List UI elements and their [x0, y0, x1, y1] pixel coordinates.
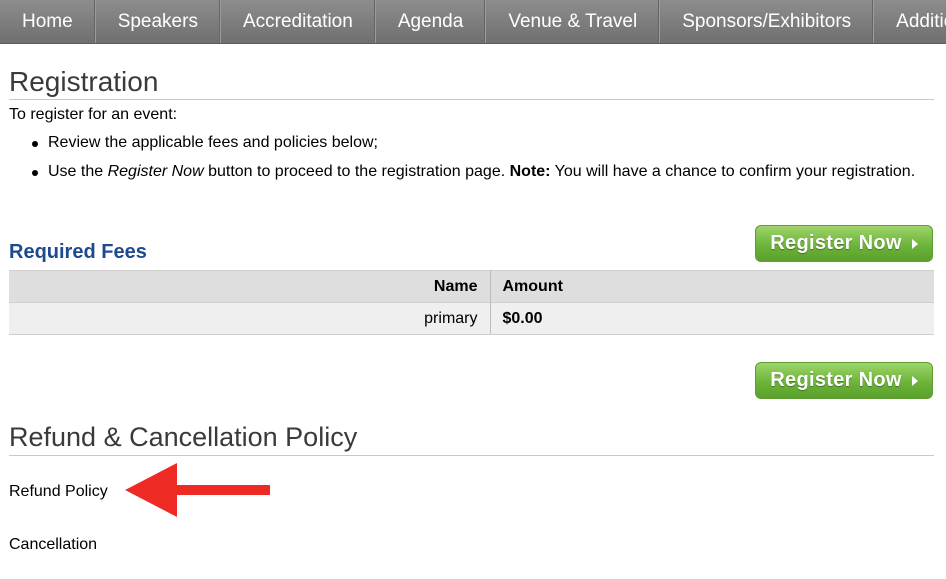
instructions-list: Review the applicable fees and policies …	[31, 134, 916, 192]
column-header-amount: Amount	[490, 270, 934, 303]
column-header-name: Name	[9, 270, 491, 303]
register-now-mention: Register Now	[107, 163, 204, 180]
nav-item-agenda[interactable]: Agenda	[376, 0, 487, 43]
play-arrow-icon	[911, 238, 918, 249]
register-now-label: Register Now	[770, 232, 902, 254]
nav-item-sponsors-exhibitors[interactable]: Sponsors/Exhibitors	[660, 0, 875, 43]
refund-policy-label: Refund Policy	[9, 483, 108, 500]
instruction-text-start: Use the	[48, 163, 108, 180]
nav-item-additional[interactable]: Additio	[874, 0, 946, 43]
top-navigation: Home Speakers Accreditation Agenda Venue…	[0, 0, 946, 44]
fee-amount-cell: $0.00	[490, 302, 934, 335]
fees-table: Name Amount primary $0.00	[9, 270, 934, 335]
register-now-label: Register Now	[770, 369, 902, 391]
intro-text: To register for an event:	[9, 106, 178, 123]
table-row: primary $0.00	[9, 302, 934, 335]
instruction-text-end: You will have a chance to confirm your r…	[550, 163, 916, 180]
play-arrow-icon	[911, 375, 918, 386]
title-divider	[9, 99, 934, 100]
instruction-text: Review the applicable fees and policies …	[48, 134, 378, 151]
instruction-item: Review the applicable fees and policies …	[31, 134, 915, 152]
register-now-button-top[interactable]: Register Now	[755, 225, 933, 262]
page-title: Registration	[9, 66, 159, 97]
nav-item-speakers[interactable]: Speakers	[96, 0, 221, 43]
nav-item-accreditation[interactable]: Accreditation	[221, 0, 376, 43]
fee-name-cell: primary	[9, 302, 491, 335]
refund-cancellation-heading: Refund & Cancellation Policy	[9, 422, 358, 452]
required-fees-heading: Required Fees	[9, 241, 147, 263]
red-arrow-left-icon	[125, 463, 270, 517]
nav-item-venue-travel[interactable]: Venue & Travel	[486, 0, 661, 43]
instruction-text-middle: button to proceed to the registration pa…	[203, 163, 510, 180]
cancellation-label: Cancellation	[9, 536, 98, 553]
note-label: Note:	[509, 163, 551, 180]
nav-item-home[interactable]: Home	[0, 0, 96, 43]
policy-divider	[9, 455, 934, 456]
register-now-button-bottom[interactable]: Register Now	[755, 362, 933, 399]
instruction-item: Use the Register Now button to proceed t…	[31, 163, 916, 181]
table-header-row: Name Amount	[9, 270, 934, 303]
